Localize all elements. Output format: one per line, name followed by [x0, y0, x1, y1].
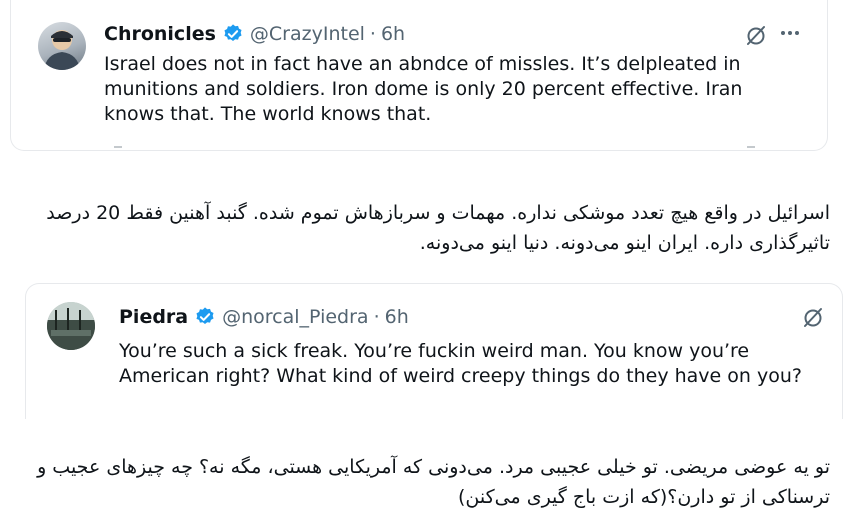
separator-dot: · [373, 306, 380, 328]
timestamp[interactable]: 6h [385, 305, 409, 329]
tweet-card[interactable]: Chronicles @CrazyIntel · 6h Israel does … [10, 0, 828, 151]
tweet-header: Piedra @norcal_Piedra · 6h [119, 305, 409, 329]
avatar[interactable] [38, 22, 86, 70]
avatar-image [47, 302, 95, 350]
more-options-icon[interactable] [781, 31, 799, 35]
display-name[interactable]: Chronicles [104, 22, 216, 46]
translation-text: اسرائیل در واقع هیچ تعدد موشکی نداره. مه… [46, 202, 830, 254]
user-handle[interactable]: @norcal_Piedra [222, 305, 368, 329]
avatar[interactable] [47, 302, 95, 350]
avatar-image [44, 30, 80, 70]
verified-badge-icon [196, 307, 214, 325]
translation-text: تو یه عوضی مریضی. تو خیلی عجیبی مرد. می‌… [37, 456, 830, 508]
divider-mark [747, 146, 755, 148]
grok-icon[interactable] [801, 306, 825, 330]
divider-mark [114, 146, 122, 148]
grok-icon[interactable] [744, 24, 768, 48]
tweet-text: You’re such a sick freak. You’re fuckin … [119, 340, 802, 387]
separator-dot: · [369, 23, 376, 45]
timestamp[interactable]: 6h [381, 22, 405, 46]
user-handle[interactable]: @CrazyIntel [250, 22, 365, 46]
tweet-text: Israel does not in fact have an abndce o… [104, 53, 743, 125]
tweet-card[interactable]: Piedra @norcal_Piedra · 6h You’re such a… [25, 283, 843, 419]
tweet-header: Chronicles @CrazyIntel · 6h [104, 22, 405, 46]
verified-badge-icon [224, 24, 242, 42]
display-name[interactable]: Piedra [119, 305, 188, 329]
